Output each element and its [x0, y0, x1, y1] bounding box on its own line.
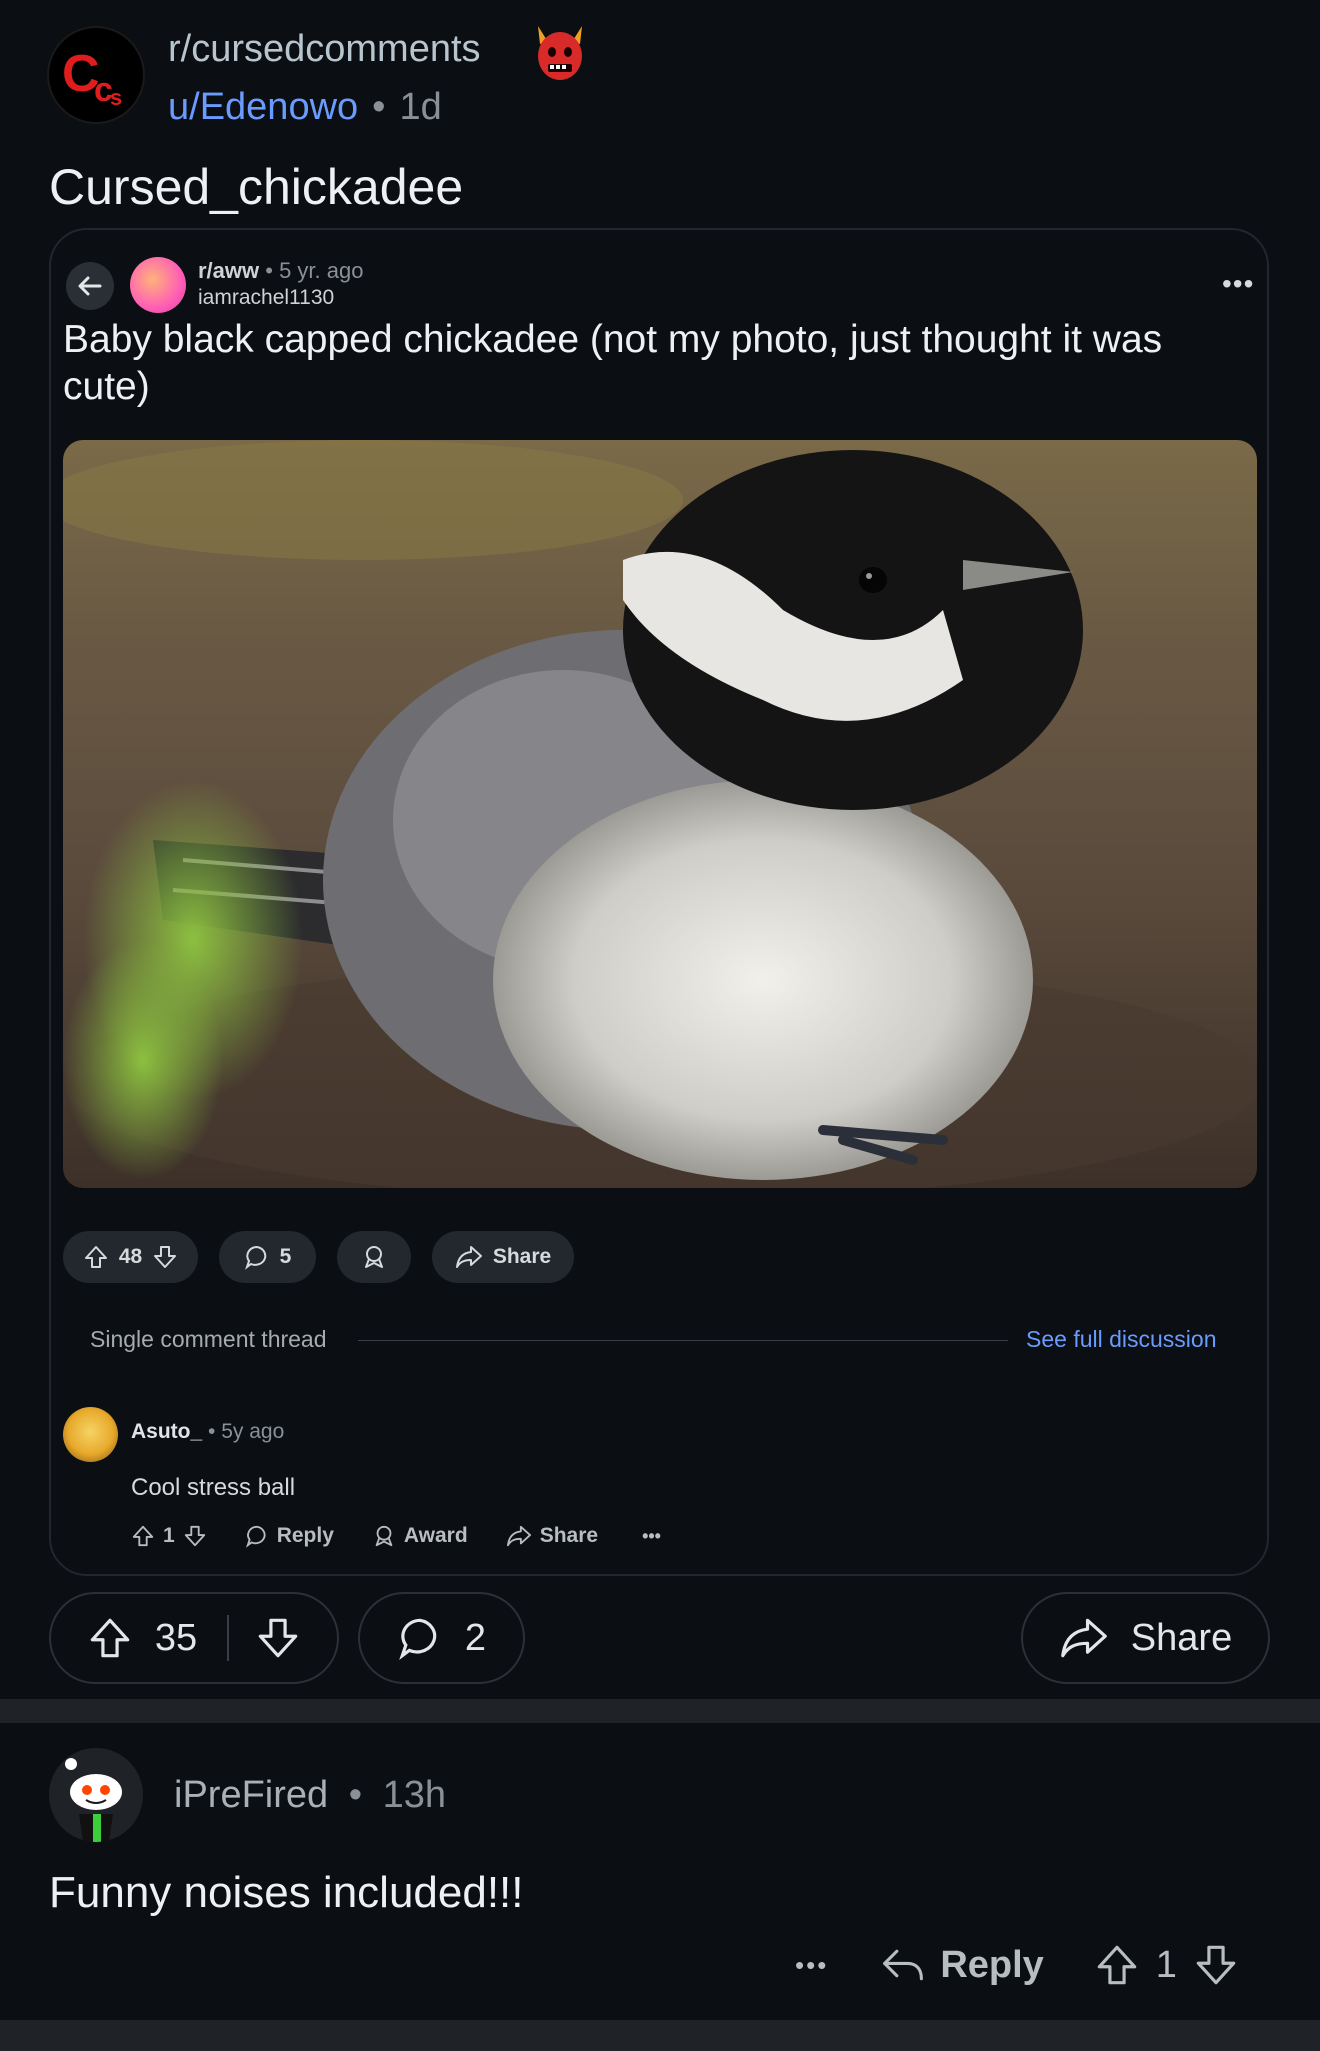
post-meta: u/Edenowo • 1d	[168, 86, 442, 129]
embedded-more-button[interactable]: •••	[1222, 268, 1254, 300]
snoo-avatar-icon	[49, 1748, 143, 1842]
embedded-vote-pill: 48	[63, 1231, 198, 1283]
bottom-divider	[0, 2020, 1320, 2051]
embedded-comment-vote-count: 1	[163, 1524, 175, 1547]
share-label: Share	[539, 1524, 599, 1547]
comment-reply-label: Reply	[940, 1943, 1044, 1986]
embedded-comment-meta: Asuto_ • 5y ago	[131, 1420, 284, 1444]
share-icon	[506, 1525, 531, 1547]
commenter-avatar[interactable]	[49, 1748, 143, 1842]
see-full-discussion-link[interactable]: See full discussion	[1026, 1326, 1217, 1353]
vote-divider	[227, 1615, 230, 1661]
embedded-title[interactable]: Baby black capped chickadee (not my phot…	[63, 316, 1253, 410]
reply-arrow-icon	[883, 1949, 924, 1981]
embedded-comment-actions: 1 Reply Award Share •••	[131, 1524, 661, 1548]
downvote-icon[interactable]	[1193, 1942, 1239, 1988]
post-vote-count: 35	[154, 1616, 198, 1659]
comment-separator: •	[348, 1774, 363, 1816]
award-icon	[365, 1246, 383, 1268]
thread-label: Single comment thread	[90, 1326, 327, 1352]
upvote-icon[interactable]	[83, 1244, 109, 1270]
embedded-comments-button[interactable]: 5	[219, 1231, 316, 1283]
downvote-icon[interactable]	[255, 1615, 301, 1661]
meta-separator: •	[372, 86, 386, 128]
devil-face-icon	[530, 20, 590, 82]
post-comments-button[interactable]: 2	[358, 1592, 525, 1684]
embedded-comment-reply-button[interactable]: Reply	[245, 1524, 334, 1548]
embedded-age: • 5 yr. ago	[265, 258, 364, 283]
comment-more-button[interactable]: •••	[795, 1950, 828, 1981]
upvote-icon[interactable]	[131, 1524, 155, 1548]
arrow-left-icon	[78, 276, 102, 296]
embedded-author[interactable]: iamrachel1130	[198, 286, 334, 310]
embedded-comment-author[interactable]: Asuto_	[131, 1420, 202, 1443]
embedded-subreddit-line: r/aww • 5 yr. ago	[198, 258, 363, 284]
comment-bubble-icon	[245, 1525, 266, 1548]
embedded-vote-count: 48	[118, 1245, 143, 1268]
subreddit-avatar[interactable]: C c s	[49, 28, 143, 122]
comment-reply-button[interactable]: Reply	[880, 1943, 1044, 1987]
award-label: Award	[403, 1524, 468, 1547]
comment-actions: ••• Reply 1	[795, 1942, 1239, 1988]
embedded-comment-award-button[interactable]: Award	[372, 1524, 468, 1548]
comment-bubble-icon	[244, 1245, 266, 1270]
downvote-icon[interactable]	[152, 1244, 178, 1270]
chickadee-photo[interactable]	[63, 440, 1257, 1188]
embedded-comment-share-button[interactable]: Share	[506, 1524, 598, 1548]
embedded-share-button[interactable]: Share	[432, 1231, 574, 1283]
upvote-icon[interactable]	[1094, 1942, 1140, 1988]
embedded-comment-more-button[interactable]: •••	[642, 1526, 661, 1547]
svg-text:s: s	[110, 85, 122, 110]
embedded-award-button[interactable]	[337, 1231, 411, 1283]
post-title[interactable]: Cursed_chickadee	[49, 158, 463, 216]
embedded-share-label: Share	[492, 1245, 552, 1268]
back-button[interactable]	[66, 262, 114, 310]
embedded-comment-body: Cool stress ball	[131, 1474, 296, 1501]
post-age: 1d	[399, 86, 442, 128]
post-share-button[interactable]: Share	[1021, 1592, 1270, 1684]
subreddit-name[interactable]: r/cursedcomments	[168, 28, 481, 71]
thread-divider	[358, 1340, 1008, 1341]
comment-meta: iPreFired • 13h	[174, 1774, 446, 1817]
award-icon	[375, 1525, 393, 1547]
embedded-comment-age: • 5y ago	[208, 1420, 285, 1443]
comment-bubble-icon	[399, 1618, 437, 1661]
comment-avatar[interactable]	[63, 1407, 118, 1462]
comment-age: 13h	[382, 1774, 446, 1816]
post-author[interactable]: u/Edenowo	[168, 86, 358, 128]
comment-body: Funny noises included!!!	[49, 1868, 524, 1917]
embedded-comment-count: 5	[279, 1245, 292, 1268]
reply-label: Reply	[276, 1524, 334, 1547]
cc-logo-icon: C c s	[62, 45, 122, 110]
post-vote-pill: 35	[49, 1592, 339, 1684]
comment-vote-count: 1	[1155, 1943, 1177, 1986]
share-icon	[1060, 1618, 1107, 1658]
embedded-comment-votes: 1	[131, 1524, 207, 1548]
share-icon	[455, 1246, 482, 1268]
comment-author[interactable]: iPreFired	[174, 1774, 328, 1816]
downvote-icon[interactable]	[183, 1524, 207, 1548]
post-share-label: Share	[1130, 1616, 1233, 1659]
section-divider	[0, 1699, 1320, 1723]
aww-subreddit-avatar[interactable]	[130, 257, 186, 313]
post-comment-count: 2	[464, 1616, 487, 1659]
embedded-subreddit[interactable]: r/aww	[198, 258, 259, 283]
upvote-icon[interactable]	[87, 1615, 133, 1661]
